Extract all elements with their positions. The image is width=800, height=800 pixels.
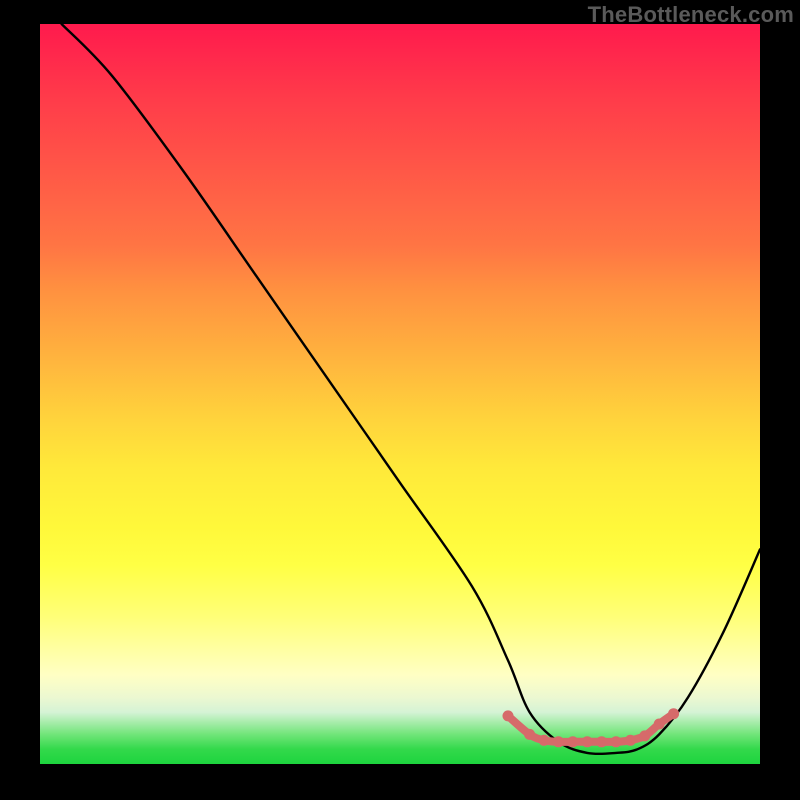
optimal-range-marker [625, 735, 636, 746]
optimal-range-marker [539, 735, 550, 746]
optimal-range-marker [611, 736, 622, 747]
optimal-range-marker [567, 736, 578, 747]
plot-area [40, 24, 760, 764]
optimal-range-marker [654, 719, 665, 730]
bottleneck-curve [62, 24, 760, 754]
optimal-range-marker [503, 710, 514, 721]
chart-frame: TheBottleneck.com [0, 0, 800, 800]
optimal-range-marker [596, 736, 607, 747]
optimal-range-marker [639, 730, 650, 741]
optimal-range-marker [553, 736, 564, 747]
optimal-range-marker [668, 708, 679, 719]
optimal-range-marker [582, 736, 593, 747]
optimal-range-marker [524, 729, 535, 740]
chart-svg [40, 24, 760, 764]
